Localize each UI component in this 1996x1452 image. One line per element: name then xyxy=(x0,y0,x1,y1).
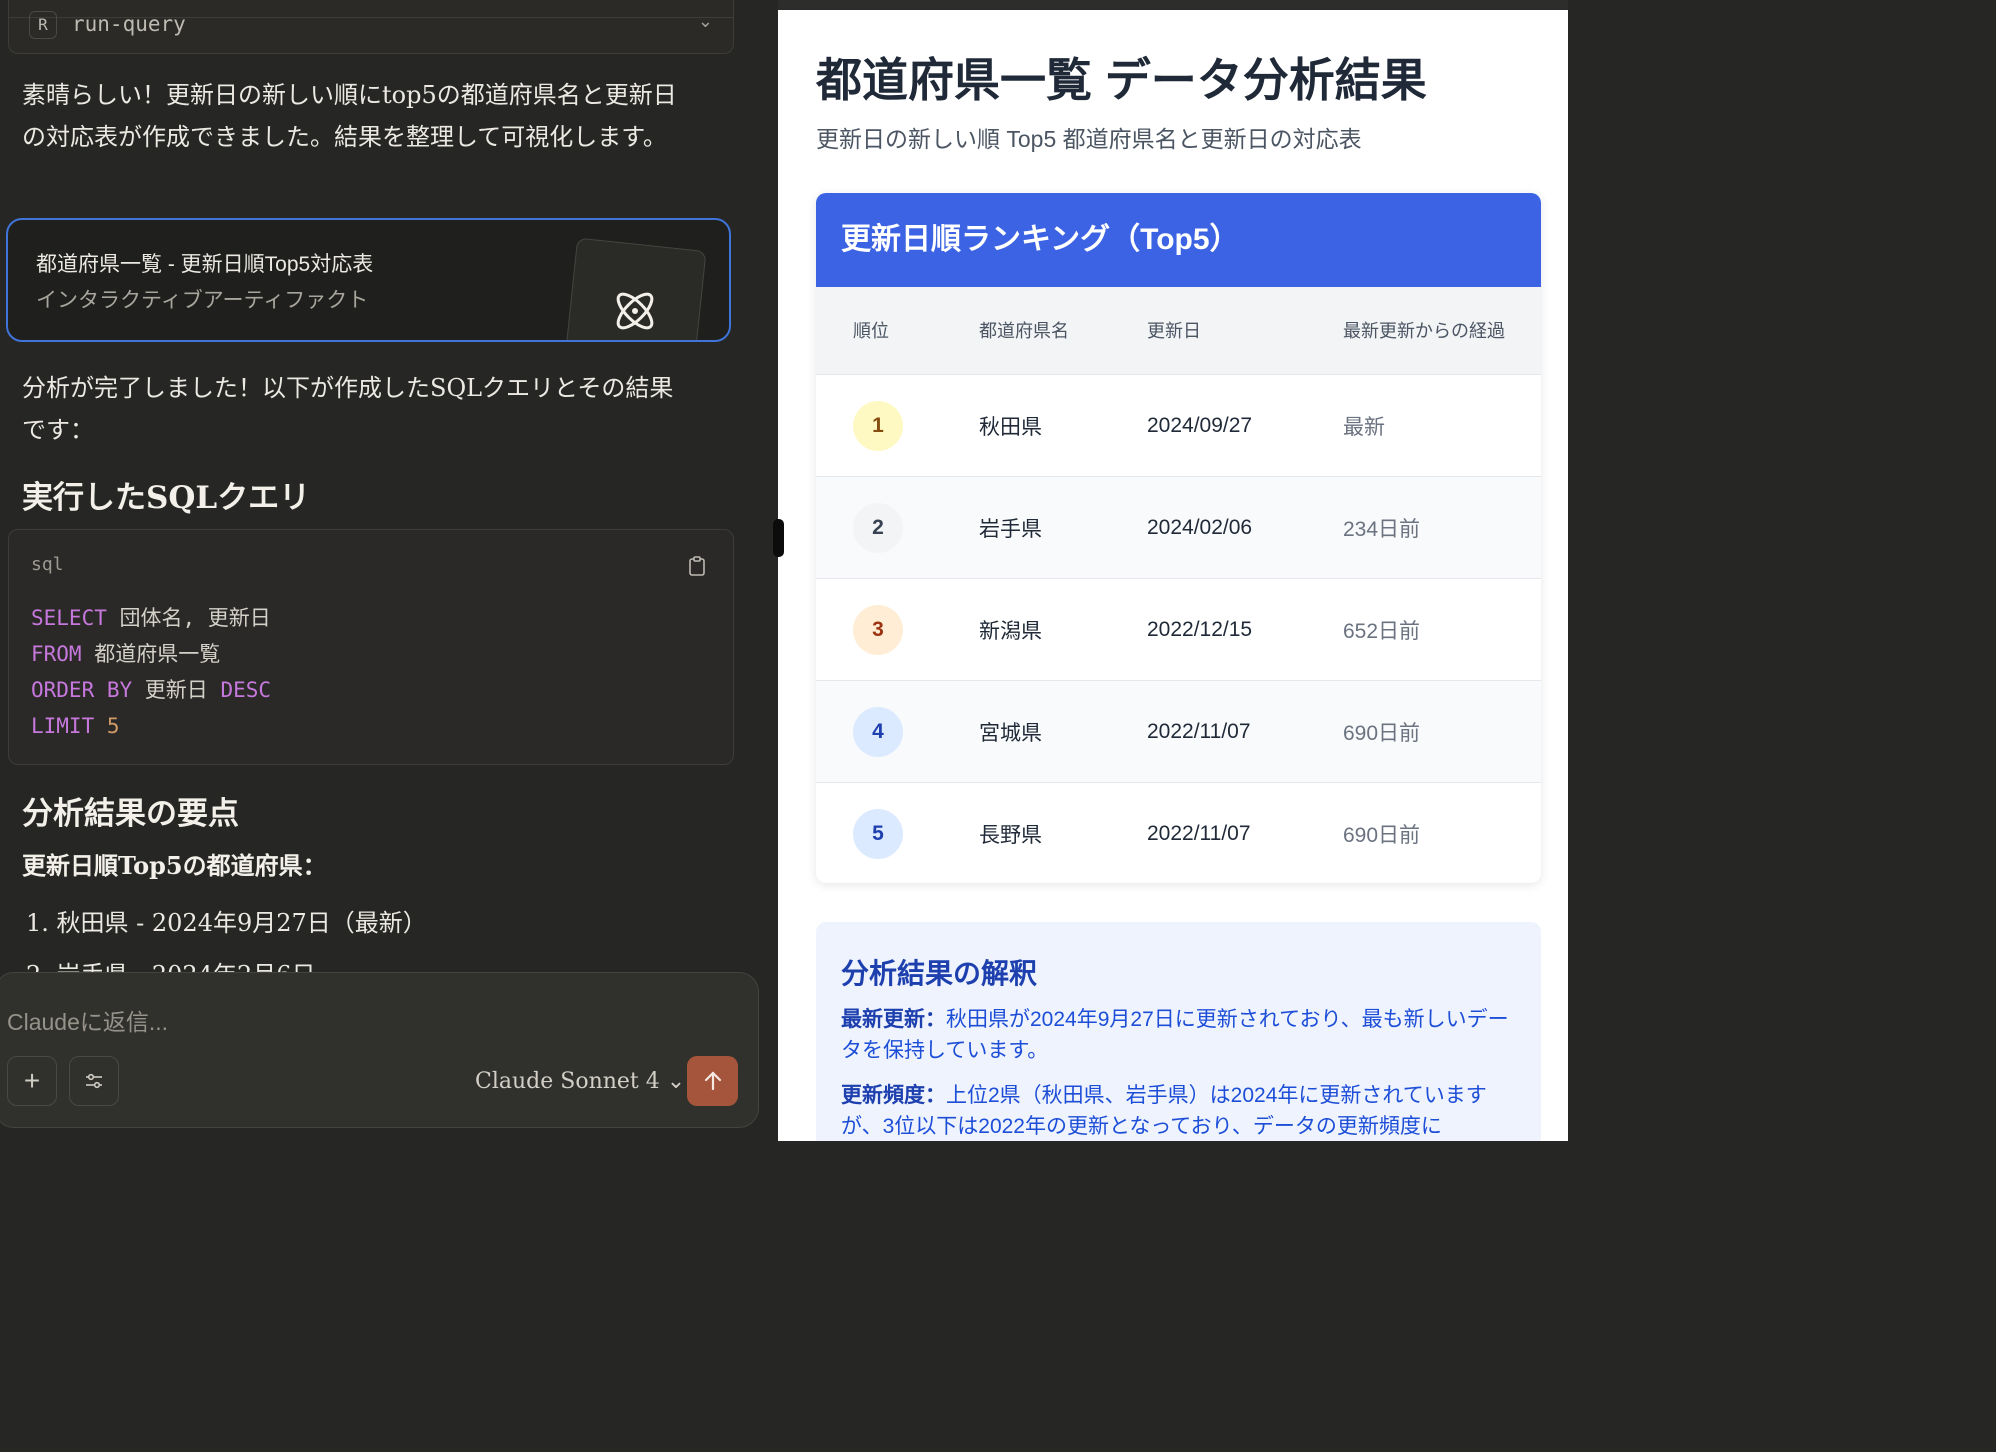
artifact-card[interactable]: 都道府県一覧 - 更新日順Top5対応表 インタラクティブアーティファクト xyxy=(6,218,731,342)
ranking-title: 更新日順ランキング（Top5） xyxy=(816,193,1541,287)
assistant-message-1: 素晴らしい！更新日の新しい順にtop5の都道府県名と更新日の対応表が作成できまし… xyxy=(22,81,677,151)
tool-call-card[interactable]: R run-query ⌄ xyxy=(8,0,734,54)
table-row: 3 新潟県 2022/12/15 652日前 xyxy=(816,579,1541,681)
page-title: 都道府県一覧 データ分析結果 xyxy=(816,54,1427,106)
rank-badge: 5 xyxy=(853,809,903,859)
paragraph-label: 最新更新： xyxy=(841,1008,946,1031)
elapsed-cell: 690日前 xyxy=(1343,722,1421,745)
date-cell: 2022/11/07 xyxy=(1147,822,1251,845)
rank-badge: 4 xyxy=(853,707,903,757)
table-row: 4 宮城県 2022/11/07 690日前 xyxy=(816,681,1541,783)
model-selector[interactable]: Claude Sonnet 4 ⌄ xyxy=(475,1069,685,1094)
code-block: sql SELECT 団体名, 更新日 FROM 都道府県一覧 ORDER BY… xyxy=(8,529,734,765)
elapsed-cell: 234日前 xyxy=(1343,518,1421,541)
column-header-prefecture: 都道府県名 xyxy=(979,321,1069,341)
rank-cell: 4 xyxy=(853,681,903,783)
clipboard-icon[interactable] xyxy=(689,556,705,576)
interpretation-box: 分析結果の解釈 最新更新：秋田県が2024年9月27日に更新されており、最も新し… xyxy=(816,922,1541,1141)
date-cell: 2024/02/06 xyxy=(1147,516,1253,539)
elapsed-cell: 690日前 xyxy=(1343,824,1421,847)
sql-heading: 実行したSQLクエリ xyxy=(22,480,311,516)
assistant-message-2: 分析が完了しました！以下が作成したSQLクエリとその結果です： xyxy=(22,374,674,444)
column-header-rank: 順位 xyxy=(853,321,889,341)
date-cell: 2022/11/07 xyxy=(1147,720,1251,743)
panel-top-bar xyxy=(778,0,1568,10)
date-cell: 2024/09/27 xyxy=(1147,414,1253,437)
prefecture-cell: 秋田県 xyxy=(979,416,1042,439)
table-body: 1 秋田県 2024/09/27 最新 2 岩手県 2024/02/06 234日前 3 新潟県 2… xyxy=(816,375,1541,883)
prefecture-cell: 岩手県 xyxy=(979,518,1042,541)
column-header-date: 更新日 xyxy=(1147,321,1201,341)
table-row: 1 秋田県 2024/09/27 最新 xyxy=(816,375,1541,477)
column-header-elapsed: 最新更新からの経過 xyxy=(1343,321,1505,341)
interpretation-paragraph: 更新頻度：上位2県（秋田県、岩手県）は2024年に更新されていますが、3位以下は… xyxy=(841,1084,1487,1138)
rank-cell: 5 xyxy=(853,783,903,883)
code-line: ORDER BY 更新日 DESC xyxy=(31,678,272,702)
sql-code: SELECT 団体名, 更新日 FROM 都道府県一覧 ORDER BY 更新日… xyxy=(31,600,271,744)
rank-cell: 1 xyxy=(853,375,903,477)
table-header: 順位 都道府県名 更新日 最新更新からの経過 xyxy=(816,287,1541,375)
prefecture-cell: 長野県 xyxy=(979,824,1042,847)
summary-heading: 分析結果の要点 xyxy=(22,796,239,832)
page-subtitle: 更新日の新しい順 Top5 都道府県名と更新日の対応表 xyxy=(816,126,1362,152)
artifact-subtitle: インタラクティブアーティファクト xyxy=(36,289,369,312)
tools-button[interactable] xyxy=(69,1056,119,1106)
list-item: 1. 秋田県 - 2024年9月27日（最新） xyxy=(26,909,427,937)
code-line: FROM 都道府県一覧 xyxy=(31,642,221,666)
message-composer: Claudeに返信... + Claude Sonnet 4 ⌄ xyxy=(0,972,759,1128)
tool-name: run-query xyxy=(72,12,186,36)
chat-panel: R run-query ⌄ 素晴らしい！更新日の新しい順にtop5の都道府県名と… xyxy=(0,0,778,1141)
elapsed-cell: 652日前 xyxy=(1343,620,1421,643)
rank-badge: 3 xyxy=(853,605,903,655)
table-row: 5 長野県 2022/11/07 690日前 xyxy=(816,783,1541,883)
resize-handle[interactable] xyxy=(773,519,784,557)
rank-cell: 3 xyxy=(853,579,903,681)
sliders-icon xyxy=(86,1073,102,1089)
add-attachment-button[interactable]: + xyxy=(7,1056,57,1106)
prefecture-cell: 宮城県 xyxy=(979,722,1042,745)
date-cell: 2022/12/15 xyxy=(1147,618,1253,641)
send-button[interactable] xyxy=(687,1056,738,1106)
artifact-title: 都道府県一覧 - 更新日順Top5対応表 xyxy=(36,253,374,276)
rank-badge: 1 xyxy=(853,401,903,451)
code-language: sql xyxy=(31,554,64,575)
chevron-down-icon[interactable]: ⌄ xyxy=(698,11,713,32)
rank-badge: 2 xyxy=(853,503,903,553)
summary-subheading: 更新日順Top5の都道府県： xyxy=(22,851,327,880)
react-atom-icon xyxy=(616,292,654,330)
elapsed-cell: 最新 xyxy=(1343,416,1385,439)
artifact-panel: 都道府県一覧 データ分析結果 更新日の新しい順 Top5 都道府県名と更新日の対… xyxy=(778,0,1568,1141)
arrow-up-icon xyxy=(704,1071,722,1091)
ranking-card: 更新日順ランキング（Top5） 順位 都道府県名 更新日 最新更新からの経過 1… xyxy=(816,193,1541,883)
code-line: SELECT 団体名, 更新日 xyxy=(31,606,271,630)
interpretation-paragraph: 最新更新：秋田県が2024年9月27日に更新されており、最も新しいデータを保持し… xyxy=(841,1008,1509,1062)
rank-cell: 2 xyxy=(853,477,903,579)
code-line: LIMIT 5 xyxy=(31,714,120,738)
prefecture-cell: 新潟県 xyxy=(979,620,1042,643)
paragraph-label: 更新頻度： xyxy=(841,1084,946,1107)
reply-input[interactable]: Claudeに返信... xyxy=(7,1003,168,1037)
interpretation-title: 分析結果の解釈 xyxy=(841,958,1038,989)
table-row: 2 岩手県 2024/02/06 234日前 xyxy=(816,477,1541,579)
tool-badge: R xyxy=(29,11,57,39)
